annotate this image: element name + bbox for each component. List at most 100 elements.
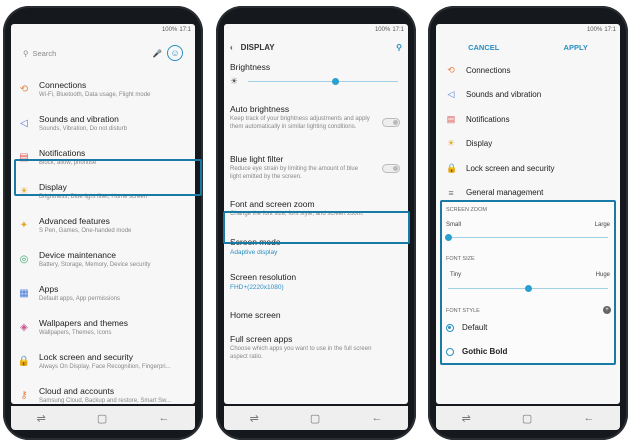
- preview-item-display: ☀ Display: [436, 132, 620, 157]
- lock-icon: 🔒: [17, 355, 31, 367]
- settings-item-advanced-features[interactable]: ✦ Advanced features S Pen, Games, One-hand…: [11, 208, 195, 242]
- settings-item-title: Apps: [39, 284, 59, 294]
- home-icon[interactable]: ▢: [97, 412, 107, 425]
- device-maintenance-icon: ◎: [19, 253, 29, 265]
- font-zoom-title: Font and screen zoom: [230, 199, 315, 209]
- home-screen-title: Home screen: [230, 310, 281, 320]
- preview-item-connections: ⟲ Connections: [436, 58, 620, 83]
- preview-item-label: Sounds and vibration: [466, 90, 542, 100]
- brightness-label: Brightness: [230, 62, 271, 72]
- font-style-label-default: Default: [462, 323, 488, 332]
- mic-icon[interactable]: 🎤: [153, 49, 162, 58]
- preview-item-label: Lock screen and security: [466, 163, 555, 173]
- auto-brightness-title: Auto brightness: [230, 104, 290, 114]
- font-size-slider-thumb[interactable]: [524, 285, 532, 292]
- settings-item-subtitle: Wi-Fi, Bluetooth, Data usage, Flight mod…: [39, 92, 151, 98]
- zoom-track[interactable]: [448, 237, 608, 238]
- preview-item-label: Display: [466, 139, 493, 149]
- settings-item-title: Notifications: [39, 148, 86, 158]
- preview-item-label: Connections: [466, 65, 511, 75]
- full-screen-apps-row[interactable]: Full screen apps Choose which apps you w…: [224, 330, 408, 370]
- recent-apps-icon[interactable]: ⇌: [462, 412, 471, 425]
- account-avatar-icon[interactable]: ☺: [167, 45, 183, 61]
- back-arrow-icon[interactable]: ‹: [230, 43, 233, 52]
- font-zoom-screen: 100% 17:1 CANCEL APPLY ⟲ Connections ◁ Soun…: [436, 24, 620, 404]
- brightness-track[interactable]: [248, 81, 398, 82]
- nav-bar: ⇌ ▢ ←: [224, 406, 408, 430]
- settings-item-connections[interactable]: ⟲ Connections Wi-Fi, Bluetooth, Data usage…: [11, 72, 195, 106]
- clock: 17:1: [179, 27, 191, 33]
- full-screen-apps-subtitle: Choose which apps you want to use in the…: [230, 346, 372, 360]
- auto-brightness-row[interactable]: Auto brightness Keep track of your brigh…: [224, 98, 408, 150]
- font-style-radio-gothic-bold[interactable]: [446, 348, 454, 356]
- settings-item-subtitle: Battery, Storage, Memory, Device securit…: [39, 262, 151, 268]
- zoom-small-label: Small: [446, 222, 462, 228]
- settings-item-cloud-and-accounts[interactable]: ⚷ Cloud and accounts Samsung Cloud, Backup…: [11, 378, 195, 404]
- resolution-title: Screen resolution: [230, 272, 297, 282]
- brightness-slider-thumb[interactable]: [331, 78, 339, 85]
- back-icon[interactable]: ←: [583, 412, 594, 424]
- settings-item-lock-screen-and-security[interactable]: 🔒 Lock screen and security Always On Displ…: [11, 344, 195, 378]
- settings-item-apps[interactable]: ▦ Apps Default apps, App permissions: [11, 276, 195, 310]
- font-size-label: FONT SIZE: [446, 256, 475, 262]
- search-icon[interactable]: ⚲: [396, 43, 402, 52]
- sound-icon: ◁: [447, 89, 455, 100]
- connections-icon: ⟲: [19, 83, 29, 95]
- battery-label: 100%: [161, 27, 178, 33]
- zoom-large-label: Large: [594, 222, 610, 228]
- apply-button[interactable]: APPLY: [564, 43, 588, 52]
- settings-item-wallpapers-and-themes[interactable]: ◈ Wallpapers and themes Wallpapers, Themes…: [11, 310, 195, 344]
- font-download-icon[interactable]: +: [603, 306, 611, 314]
- preview-item-label: Notifications: [466, 114, 510, 124]
- phone-settings-main: 100% 17:1 ⚲ Search 🎤 ☺ ⟲ Connections Wi-Fi…: [3, 6, 203, 440]
- settings-item-title: Connections: [39, 80, 87, 90]
- back-icon[interactable]: ←: [371, 412, 382, 424]
- screen-zoom-label: SCREEN ZOOM: [446, 207, 487, 213]
- phone-display-settings: 100% 17:1 ‹ DISPLAY ⚲ Brightness ☀ Auto …: [216, 6, 416, 440]
- sound-icon: ◁: [20, 117, 28, 129]
- accounts-icon: ⚷: [20, 389, 28, 401]
- search-bar[interactable]: ⚲ Search 🎤 ☺: [17, 38, 189, 68]
- settings-item-sounds-and-vibration[interactable]: ◁ Sounds and vibration Sounds, Vibration, …: [11, 106, 195, 140]
- home-icon[interactable]: ▢: [522, 412, 532, 425]
- preview-item-lock-screen-and-security: 🔒 Lock screen and security: [436, 156, 620, 181]
- recent-apps-icon[interactable]: ⇌: [37, 412, 46, 425]
- recent-apps-icon[interactable]: ⇌: [250, 412, 259, 425]
- status-bar: 100% 17:1: [11, 24, 195, 36]
- font-style-label: FONT STYLE: [446, 308, 480, 314]
- auto-brightness-toggle[interactable]: [382, 118, 400, 127]
- settings-item-device-maintenance[interactable]: ◎ Device maintenance Battery, Storage, Mem…: [11, 242, 195, 276]
- auto-brightness-subtitle: Keep track of your brightness adjustment…: [230, 116, 370, 130]
- resolution-row[interactable]: Screen resolution FHD+(2220x1080): [224, 266, 408, 302]
- screen-zoom-slider-thumb[interactable]: [444, 234, 452, 241]
- font-style-radio-default[interactable]: [446, 324, 454, 332]
- blue-light-toggle[interactable]: [382, 164, 400, 173]
- search-icon: ⚲: [23, 48, 29, 58]
- settings-item-subtitle: Samsung Cloud, Backup and restore, Smart…: [39, 398, 172, 404]
- sun-icon: ☀: [230, 76, 239, 86]
- back-icon[interactable]: ←: [158, 412, 169, 424]
- clock: 17:1: [392, 27, 404, 33]
- cancel-button[interactable]: CANCEL: [468, 43, 499, 52]
- nav-bar: ⇌ ▢ ←: [436, 406, 620, 430]
- settings-item-subtitle: S Pen, Games, One-handed mode: [39, 228, 132, 234]
- status-bar: 100% 17:1: [436, 24, 620, 36]
- settings-item-title: Device maintenance: [39, 250, 117, 260]
- home-icon[interactable]: ▢: [310, 412, 320, 425]
- notifications-icon: ▤: [446, 113, 456, 124]
- preview-settings-list: ⟲ Connections ◁ Sounds and vibration ▤ Notifi…: [436, 58, 620, 205]
- display-highlight-box: [14, 159, 202, 196]
- preview-item-sounds-and-vibration: ◁ Sounds and vibration: [436, 83, 620, 108]
- settings-item-subtitle: Always On Display, Face Recognition, Fin…: [39, 364, 171, 370]
- nav-bar: ⇌ ▢ ←: [11, 406, 195, 430]
- settings-item-title: Advanced features: [39, 216, 110, 226]
- wallpapers-icon: ◈: [20, 321, 28, 333]
- blue-light-subtitle: Reduce eye strain by limiting the amount…: [230, 166, 359, 180]
- settings-item-title: Sounds and vibration: [39, 114, 119, 124]
- search-input[interactable]: Search: [33, 49, 57, 58]
- home-screen-row[interactable]: Home screen: [224, 302, 408, 330]
- blue-light-row[interactable]: Blue light filter Reduce eye strain by l…: [224, 150, 408, 190]
- settings-item-subtitle: Wallpapers, Themes, Icons: [39, 330, 112, 336]
- display-icon: ☀: [446, 138, 456, 149]
- battery-label: 100%: [586, 27, 603, 33]
